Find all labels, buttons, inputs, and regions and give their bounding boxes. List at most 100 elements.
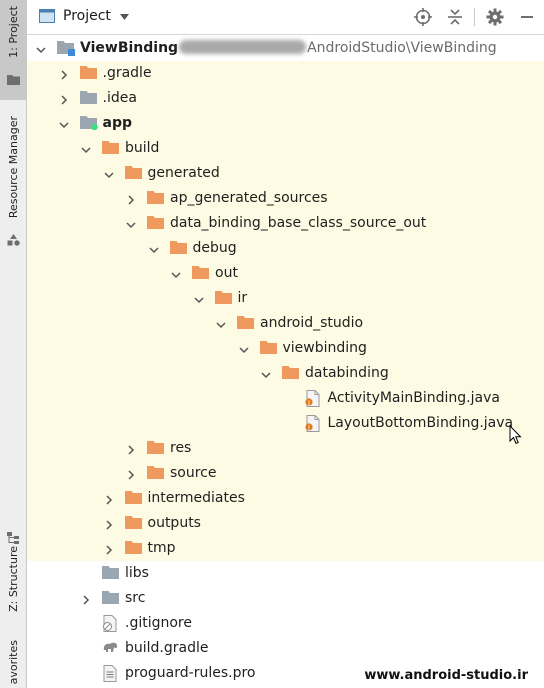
- tree-row[interactable]: generated: [27, 161, 544, 186]
- tree-row[interactable]: ap_generated_sources: [27, 186, 544, 211]
- chevron-down-icon[interactable]: [238, 343, 249, 354]
- chevron-down-icon[interactable]: [171, 268, 181, 279]
- tree-item-label: ViewBinding AndroidStudio\ViewBinding: [80, 39, 497, 57]
- project-tool-tab[interactable]: 1: Project: [0, 0, 26, 100]
- chevron-right-icon[interactable]: [126, 443, 136, 455]
- favorites-tab-label: avorites: [6, 640, 20, 685]
- tree-row[interactable]: .idea: [27, 86, 544, 111]
- orange-folder-icon: [192, 265, 209, 281]
- orange-folder-icon: [124, 165, 142, 181]
- tree-row[interactable]: libs: [27, 561, 544, 586]
- chevron-right-icon[interactable]: [126, 468, 136, 480]
- tree-row[interactable]: source: [27, 461, 544, 486]
- java-file-icon: J: [304, 390, 322, 407]
- tree-row[interactable]: intermediates: [27, 486, 544, 511]
- tree-row[interactable]: src: [27, 586, 544, 611]
- tree-item-label: debug: [192, 240, 237, 256]
- chevron-down-icon[interactable]: [126, 218, 136, 229]
- locate-button[interactable]: [413, 7, 433, 27]
- tree-row[interactable]: ir: [27, 286, 544, 311]
- favorites-tab[interactable]: avorites: [0, 640, 26, 688]
- tree-row[interactable]: app: [27, 111, 544, 136]
- project-view-selector[interactable]: Project: [63, 8, 111, 24]
- tree-item-label: .gitignore: [125, 615, 192, 631]
- tree-item-label: .gradle: [102, 65, 152, 81]
- chevron-down-icon[interactable]: [261, 368, 271, 379]
- mouse-cursor-icon: [509, 425, 522, 445]
- orange-folder-icon: [79, 65, 97, 81]
- folder-icon: [7, 75, 20, 85]
- tree-item-label: source: [170, 465, 217, 481]
- tree-item-label: LayoutBottomBinding.java: [327, 415, 514, 431]
- orange-folder-icon: [214, 290, 232, 306]
- chevron-right-icon[interactable]: [104, 543, 114, 555]
- orange-folder-icon: [282, 365, 299, 381]
- tree-row[interactable]: data_binding_base_class_source_out: [27, 211, 544, 236]
- java-file-icon: J: [304, 415, 322, 432]
- chevron-right-icon[interactable]: [104, 518, 114, 530]
- tree-item-label: ir: [237, 290, 248, 306]
- tree-row[interactable]: build.gradle: [27, 636, 544, 661]
- chevron-down-icon[interactable]: [216, 318, 226, 329]
- tree-row[interactable]: ViewBinding AndroidStudio\ViewBinding: [27, 36, 544, 61]
- chevron-right-icon[interactable]: [104, 493, 114, 505]
- chevron-right-icon[interactable]: [126, 193, 136, 205]
- orange-folder-icon: [147, 440, 164, 456]
- chevron-down-icon[interactable]: [193, 293, 204, 304]
- collapse-all-icon: [448, 9, 462, 25]
- chevron-right-icon[interactable]: [59, 68, 69, 80]
- chevron-down-icon[interactable]: [58, 118, 69, 129]
- dropdown-caret-icon[interactable]: [120, 14, 129, 20]
- resource-manager-tab[interactable]: Resource Manager: [0, 112, 26, 252]
- tree-item-label: ActivityMainBinding.java: [327, 390, 500, 406]
- settings-button[interactable]: [485, 7, 505, 27]
- tree-row[interactable]: tmp: [27, 536, 544, 561]
- tree-item-label: src: [125, 590, 146, 606]
- chevron-down-icon[interactable]: [148, 243, 159, 254]
- tree-item-label: tmp: [147, 540, 176, 556]
- module-folder-icon: [57, 40, 75, 56]
- chevron-down-icon[interactable]: [103, 168, 114, 179]
- tree-row[interactable]: .gitignore: [27, 611, 544, 636]
- tree-item-label: generated: [147, 165, 220, 181]
- chevron-right-icon[interactable]: [81, 593, 91, 605]
- tree-row[interactable]: build: [27, 136, 544, 161]
- orange-folder-icon: [147, 215, 164, 231]
- tool-window-strip: 1: Project Resource Manager Z: Structure…: [0, 0, 27, 688]
- text-file-icon: [102, 665, 119, 682]
- tree-row[interactable]: res: [27, 436, 544, 461]
- tree-item-label: proguard-rules.pro: [125, 665, 256, 681]
- tree-row[interactable]: viewbinding: [27, 336, 544, 361]
- chevron-down-icon[interactable]: [81, 143, 91, 154]
- orange-folder-icon: [237, 315, 254, 331]
- tree-item-label: data_binding_base_class_source_out: [170, 215, 427, 231]
- svg-text:J: J: [307, 424, 310, 431]
- orange-folder-icon: [259, 340, 277, 356]
- chevron-down-icon[interactable]: [36, 43, 46, 54]
- project-view-icon: [39, 9, 55, 23]
- watermark: www.android-studio.ir: [364, 668, 528, 683]
- gear-icon: [486, 8, 504, 26]
- tree-row[interactable]: android_studio: [27, 311, 544, 336]
- tree-row[interactable]: outputs: [27, 511, 544, 536]
- root-project-path: AndroidStudio\ViewBinding: [307, 40, 497, 56]
- collapse-all-button[interactable]: [445, 7, 465, 27]
- resource-manager-icon: [7, 234, 20, 246]
- hide-panel-button[interactable]: [517, 7, 537, 27]
- tree-item-label: libs: [125, 565, 149, 581]
- orange-folder-icon: [124, 515, 142, 531]
- orange-folder-icon: [147, 465, 164, 481]
- svg-text:J: J: [307, 399, 310, 406]
- project-panel-header: Project: [27, 0, 544, 35]
- tree-row[interactable]: .gradle: [27, 61, 544, 86]
- gradle-file-icon: [102, 640, 119, 656]
- tree-row[interactable]: J ActivityMainBinding.java: [27, 386, 544, 411]
- tree-row[interactable]: debug: [27, 236, 544, 261]
- tree-row[interactable]: J LayoutBottomBinding.java: [27, 411, 544, 436]
- tree-item-label: res: [170, 440, 192, 456]
- tree-row[interactable]: out: [27, 261, 544, 286]
- orange-folder-icon: [124, 540, 142, 556]
- structure-tab[interactable]: Z: Structure: [0, 528, 26, 614]
- tree-row[interactable]: databinding: [27, 361, 544, 386]
- chevron-right-icon[interactable]: [59, 93, 69, 105]
